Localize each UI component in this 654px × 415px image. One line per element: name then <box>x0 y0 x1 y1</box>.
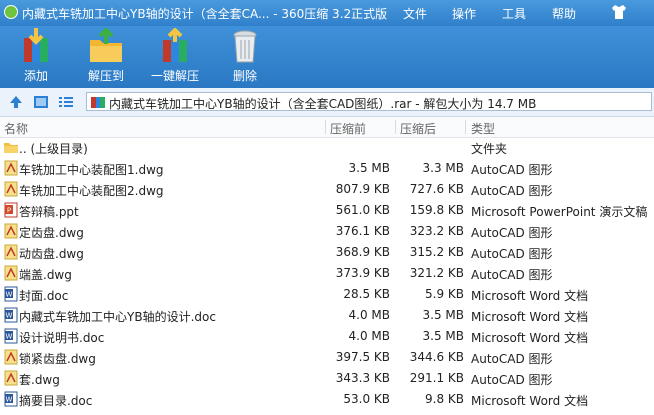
column-header: 名称 压缩前 压缩后 类型 <box>0 117 654 138</box>
doc-file-icon: W <box>4 307 18 323</box>
doc-file-icon: W <box>4 391 18 407</box>
file-list: .. (上级目录) 文件夹 车铣加工中心装配图1.dwg 3.5 MB 3.3 MB A… <box>0 137 654 410</box>
ppt-file-icon: P <box>4 202 18 218</box>
svg-text:W: W <box>6 291 13 299</box>
list-item[interactable]: 动齿盘.dwg 368.9 KB 315.2 KB AutoCAD 图形 <box>0 242 654 263</box>
column-packed-after[interactable]: 压缩后 <box>400 120 436 137</box>
list-item[interactable]: 套.dwg 343.3 KB 291.1 KB AutoCAD 图形 <box>0 368 654 389</box>
column-name[interactable]: 名称 <box>4 120 28 137</box>
menu-operate[interactable]: 操作 <box>452 5 476 22</box>
dwg-file-icon <box>4 181 18 197</box>
doc-file-icon: W <box>4 286 18 302</box>
window-title: 内藏式车铣加工中心YB轴的设计（含全套CA... - 360压缩 3.2正式版 <box>22 7 388 21</box>
dwg-file-icon <box>4 265 18 281</box>
trash-bin-icon <box>233 30 257 63</box>
menu-help[interactable]: 帮助 <box>552 5 576 22</box>
delete-label: 删除 <box>232 69 257 83</box>
add-button[interactable]: 添加 <box>6 28 66 86</box>
app-logo-icon <box>4 5 18 19</box>
skin-shirt-icon[interactable] <box>610 3 628 21</box>
archive-path-field[interactable]: 内藏式车铣加工中心YB轴的设计（含全套CAD图纸）.rar - 解包大小为 14… <box>86 92 652 111</box>
column-type[interactable]: 类型 <box>471 120 495 137</box>
svg-text:P: P <box>7 207 11 215</box>
one-click-extract-label: 一键解压 <box>150 69 199 83</box>
doc-file-icon: W <box>4 328 18 344</box>
archive-path-text: 内藏式车铣加工中心YB轴的设计（含全套CAD图纸）.rar - 解包大小为 14… <box>109 97 537 111</box>
list-item[interactable]: W 摘要目录.doc 53.0 KB 9.8 KB Microsoft Word 文档 <box>0 389 654 410</box>
list-item[interactable]: 定齿盘.dwg 376.1 KB 323.2 KB AutoCAD 图形 <box>0 221 654 242</box>
column-divider[interactable] <box>325 120 326 134</box>
extract-to-button[interactable]: 解压到 <box>76 28 136 86</box>
dwg-file-icon <box>4 160 18 176</box>
archive-icon <box>91 97 105 108</box>
column-packed-before[interactable]: 压缩前 <box>330 120 366 137</box>
svg-text:W: W <box>6 333 13 341</box>
dwg-file-icon <box>4 370 18 386</box>
list-item[interactable]: P 答辩稿.ppt 561.0 KB 159.8 KB Microsoft PowerP… <box>0 200 654 221</box>
delete-button[interactable]: 删除 <box>215 28 275 86</box>
list-item[interactable]: W 设计说明书.doc 4.0 MB 3.5 MB Microsoft Word 文档 <box>0 326 654 347</box>
one-click-extract-button[interactable]: 一键解压 <box>145 28 205 86</box>
folder-up-icon <box>4 143 18 153</box>
address-bar: 内藏式车铣加工中心YB轴的设计（含全套CAD图纸）.rar - 解包大小为 14… <box>0 88 654 117</box>
title-bar: 内藏式车铣加工中心YB轴的设计（含全套CA... - 360压缩 3.2正式版 … <box>0 0 654 26</box>
up-arrow-icon[interactable] <box>8 94 24 110</box>
list-item[interactable]: 车铣加工中心装配图1.dwg 3.5 MB 3.3 MB AutoCAD 图形 <box>0 158 654 179</box>
svg-text:W: W <box>6 396 13 404</box>
add-label: 添加 <box>23 69 48 83</box>
toolbar: 添加 解压到 一键解压 删除 <box>0 26 654 88</box>
menu-tools[interactable]: 工具 <box>502 5 526 22</box>
one-click-extract-icon <box>163 28 187 62</box>
thumbnail-view-icon[interactable] <box>33 94 49 110</box>
list-item[interactable]: 端盖.dwg 373.9 KB 321.2 KB AutoCAD 图形 <box>0 263 654 284</box>
list-item[interactable]: 车铣加工中心装配图2.dwg 807.9 KB 727.6 KB AutoCAD 图形 <box>0 179 654 200</box>
extract-to-label: 解压到 <box>87 69 124 83</box>
menu-file[interactable]: 文件 <box>403 5 427 22</box>
list-item[interactable]: W 内藏式车铣加工中心YB轴的设计.doc 4.0 MB 3.5 MB Microsof… <box>0 305 654 326</box>
list-item[interactable]: W 封面.doc 28.5 KB 5.9 KB Microsoft Word 文档 <box>0 284 654 305</box>
column-divider[interactable] <box>395 120 396 134</box>
extract-folder-icon <box>90 28 122 62</box>
list-view-icon[interactable] <box>58 94 74 110</box>
list-item[interactable]: .. (上级目录) 文件夹 <box>0 137 654 158</box>
svg-text:W: W <box>6 312 13 320</box>
column-divider[interactable] <box>465 120 466 134</box>
dwg-file-icon <box>4 223 18 239</box>
dwg-file-icon <box>4 349 18 365</box>
list-item[interactable]: 锁紧齿盘.dwg 397.5 KB 344.6 KB AutoCAD 图形 <box>0 347 654 368</box>
add-archive-icon <box>24 28 48 62</box>
dwg-file-icon <box>4 244 18 260</box>
